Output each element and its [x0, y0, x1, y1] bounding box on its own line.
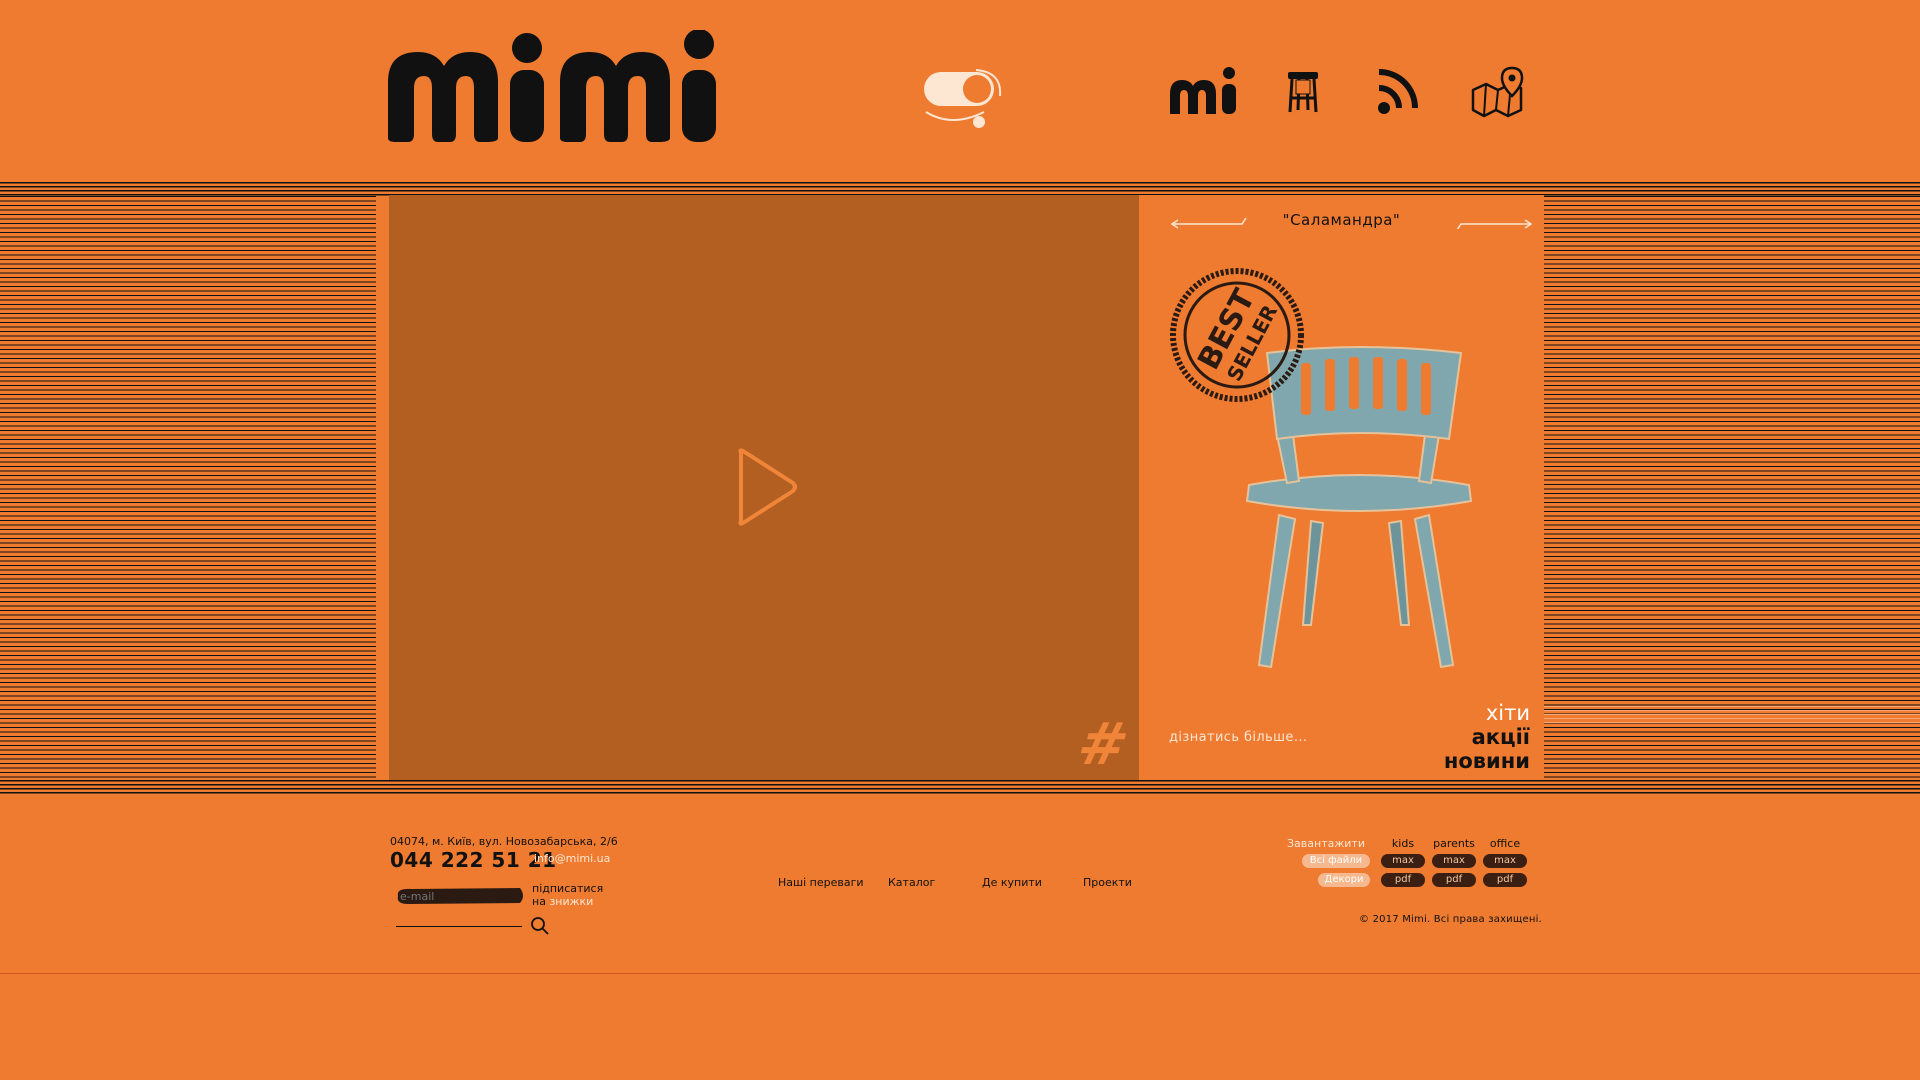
subscribe-line2: на знижки	[532, 895, 603, 908]
play-icon[interactable]	[735, 447, 799, 527]
mimi-logo[interactable]	[388, 30, 788, 145]
footer-address: 04074, м. Київ, вул. Новозабарська, 2/6	[390, 835, 618, 848]
download-office-max[interactable]: max	[1483, 854, 1527, 868]
footer-email[interactable]: info@mimi.ua	[534, 852, 610, 865]
copyright: © 2017 Mimi. Всі права захищені.	[1359, 914, 1542, 925]
column-office: office	[1489, 837, 1521, 850]
next-arrow-icon[interactable]	[1455, 215, 1533, 229]
column-parents: parents	[1433, 837, 1475, 850]
map-pin-icon[interactable]	[1470, 66, 1524, 118]
top-stripe-band	[0, 182, 1920, 196]
bottom-divider	[0, 973, 1920, 974]
download-decors[interactable]: Декори	[1318, 873, 1370, 887]
search-icon[interactable]	[530, 916, 550, 936]
download-kids-max[interactable]: max	[1381, 854, 1425, 868]
footer-link-projects[interactable]: Проекти	[1083, 876, 1132, 889]
footer-link-where-to-buy[interactable]: Де купити	[982, 876, 1042, 889]
hashtag-icon[interactable]: #	[1072, 710, 1135, 778]
download-office-pdf[interactable]: pdf	[1483, 873, 1527, 887]
left-stripe-panel	[0, 196, 376, 780]
subscribe-accent: знижки	[549, 895, 594, 908]
tag-promo[interactable]: акції	[1472, 727, 1530, 748]
subscribe-prefix: на	[532, 895, 546, 908]
product-panel: "Саламандра" BEST SELLER дізнатись більш…	[1139, 195, 1544, 780]
subscribe-text[interactable]: підписатися на знижки	[532, 882, 603, 908]
rss-icon[interactable]	[1376, 66, 1420, 118]
tag-news[interactable]: новини	[1444, 751, 1530, 772]
tag-hits[interactable]: хіти	[1486, 703, 1530, 724]
video-player[interactable]: #	[389, 195, 1139, 780]
right-stripe-panel	[1544, 196, 1920, 780]
best-seller-stamp: BEST SELLER	[1170, 268, 1304, 402]
mi-logo-icon[interactable]	[1168, 66, 1240, 118]
right-accent-lines	[1544, 706, 1920, 726]
footer-link-advantages[interactable]: Наші переваги	[778, 876, 864, 889]
download-kids-pdf[interactable]: pdf	[1381, 873, 1425, 887]
download-label: Завантажити	[1287, 837, 1365, 850]
email-field[interactable]	[400, 889, 520, 903]
column-kids: kids	[1391, 837, 1415, 850]
stool-icon[interactable]	[1286, 66, 1320, 118]
learn-more-link[interactable]: дізнатись більше...	[1169, 730, 1307, 745]
search-input[interactable]	[396, 926, 522, 927]
theme-toggle[interactable]	[922, 66, 1004, 140]
download-parents-max[interactable]: max	[1432, 854, 1476, 868]
bottom-stripe-band	[0, 780, 1920, 794]
footer-link-catalog[interactable]: Каталог	[888, 876, 935, 889]
footer-phone[interactable]: 044 222 51 21	[390, 848, 557, 872]
subscribe-line1: підписатися	[532, 882, 604, 895]
download-all-files[interactable]: Всі файли	[1302, 854, 1370, 868]
download-parents-pdf[interactable]: pdf	[1432, 873, 1476, 887]
